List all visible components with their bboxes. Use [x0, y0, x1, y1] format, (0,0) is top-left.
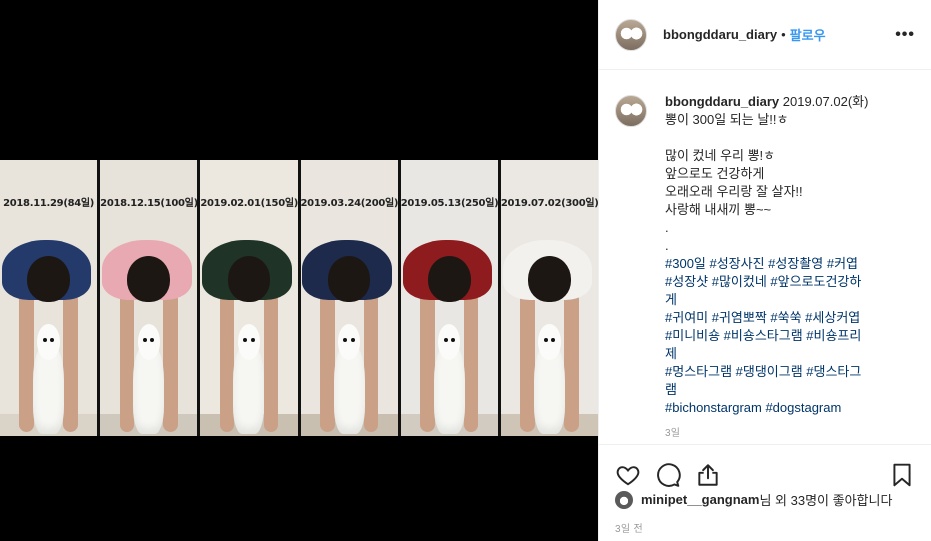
photo-date-label: 2019.05.13(250일) [400, 198, 498, 209]
caption-text: 뽕이 300일 되는 날!!ㅎ 많이 컸네 우리 뽕!ㅎ 앞으로도 건강하게오래오래… [665, 111, 915, 255]
caption: bbongddaru_diary 2019.07.02(화) 뽕이 300일 되… [665, 93, 915, 443]
hashtag-line[interactable]: #미니비숑 #비숑스타그램 #비숑프리 [665, 327, 915, 345]
author-username[interactable]: bbongddaru_diary [663, 27, 777, 42]
caption-line: 앞으로도 건강하게 [665, 166, 765, 181]
person-leg [319, 292, 335, 432]
person-leg [564, 292, 579, 432]
person-leg [19, 292, 34, 432]
liker-avatar[interactable] [615, 490, 633, 509]
post-header: bbongddaru_diary • 팔로우 ••• [599, 0, 931, 70]
collage-photo: 2018.11.29(84일) [0, 160, 98, 436]
caption-line: 오래오래 우리랑 잘 살자!! [665, 184, 803, 199]
puppy [233, 324, 265, 434]
photo-date-label: 2019.02.01(150일) [200, 198, 298, 209]
caption-line: 사랑해 내새끼 뽕~~ [665, 202, 772, 217]
hashtag-line[interactable]: #성장샷 #많이컸네 #앞으로도건강하 [665, 273, 915, 291]
caption-line [665, 129, 915, 147]
person-head [27, 256, 70, 302]
photo-date-label: 2018.11.29(84일) [3, 198, 95, 209]
photo-date-label: 2019.07.02(300일) [500, 198, 599, 209]
follow-button[interactable]: 팔로우 [790, 25, 826, 44]
puppy [33, 324, 65, 434]
photo-date-label: 2018.12.15(100일) [100, 198, 198, 209]
posted-time: 3일 전 [615, 524, 643, 535]
bookmark-icon[interactable] [889, 462, 915, 488]
collage-photo: 2018.12.15(100일) [100, 160, 198, 436]
caption-line: 뽕이 300일 되는 날!!ㅎ [665, 112, 789, 127]
likes-summary: minipet__gangnam 님 외 33명이 좋아합니다 [615, 490, 919, 509]
puppy [333, 324, 365, 434]
hashtag-line[interactable]: #귀여미 #귀염뽀짝 #쑥쑥 #세상커엽 [665, 309, 915, 327]
person-leg [63, 292, 78, 432]
person-leg [163, 292, 178, 432]
author-avatar[interactable] [615, 18, 647, 51]
hashtag-line[interactable]: 램 [665, 381, 915, 399]
comment-icon[interactable] [655, 462, 681, 488]
post-sidebar: bbongddaru_diary • 팔로우 ••• bbongddaru_di… [598, 0, 931, 541]
person-leg [119, 292, 135, 432]
caption-time: 3일 [665, 428, 681, 439]
action-bar [599, 444, 931, 494]
person-head [327, 256, 371, 302]
collage-photo: 2019.03.24(200일) [300, 160, 398, 436]
puppy [433, 324, 465, 434]
share-icon[interactable] [695, 462, 721, 488]
person-leg [520, 292, 535, 432]
likes-rest-text[interactable]: 님 외 33명이 좋아합니다 [759, 490, 892, 509]
growth-photo-collage: 2018.11.29(84일) 2018.12.15(100일) 2019.02.0… [0, 160, 599, 436]
puppy [533, 324, 565, 434]
caption-author-avatar[interactable] [615, 95, 647, 127]
post-media[interactable]: 2018.11.29(84일) 2018.12.15(100일) 2019.02.0… [0, 0, 599, 541]
heart-icon[interactable] [615, 462, 641, 488]
person-head [227, 256, 271, 302]
hashtag-line[interactable]: 제 [665, 345, 915, 363]
person-head [127, 256, 171, 302]
person-leg [219, 292, 235, 432]
collage-photo: 2019.02.01(150일) [200, 160, 298, 436]
puppy [133, 324, 165, 434]
liker-username[interactable]: minipet__gangnam [641, 492, 759, 507]
hashtag-line[interactable]: #300일 #성장사진 #성장촬영 #커엽 [665, 255, 915, 273]
hashtag-line[interactable]: #bichonstargram #dogstagram [665, 399, 915, 417]
more-options-icon[interactable]: ••• [895, 26, 915, 44]
separator-dot: • [781, 27, 786, 42]
person-head [528, 256, 571, 302]
comments-area[interactable]: bbongddaru_diary 2019.07.02(화) 뽕이 300일 되… [599, 71, 931, 443]
caption-line: 많이 컸네 우리 뽕!ㅎ [665, 148, 776, 163]
hashtag-line[interactable]: 게 [665, 291, 915, 309]
collage-photo: 2019.07.02(300일) [500, 160, 599, 436]
person-head [427, 256, 471, 302]
collage-photo: 2019.05.13(250일) [400, 160, 498, 436]
person-leg [420, 292, 435, 432]
caption-hashtags: #300일 #성장사진 #성장촬영 #커엽 #성장샷 #많이컸네 #앞으로도건강하… [665, 255, 915, 417]
photo-date-label: 2019.03.24(200일) [300, 198, 398, 209]
hashtag-line[interactable]: #멍스타그램 #댕댕이그램 #댕스타그 [665, 363, 915, 381]
caption-line: . [665, 220, 669, 235]
caption-line: . [665, 238, 669, 253]
caption-username[interactable]: bbongddaru_diary [665, 94, 779, 109]
person-leg [463, 292, 479, 432]
caption-date: 2019.07.02(화) [782, 94, 869, 109]
person-leg [263, 292, 279, 432]
person-leg [363, 292, 379, 432]
